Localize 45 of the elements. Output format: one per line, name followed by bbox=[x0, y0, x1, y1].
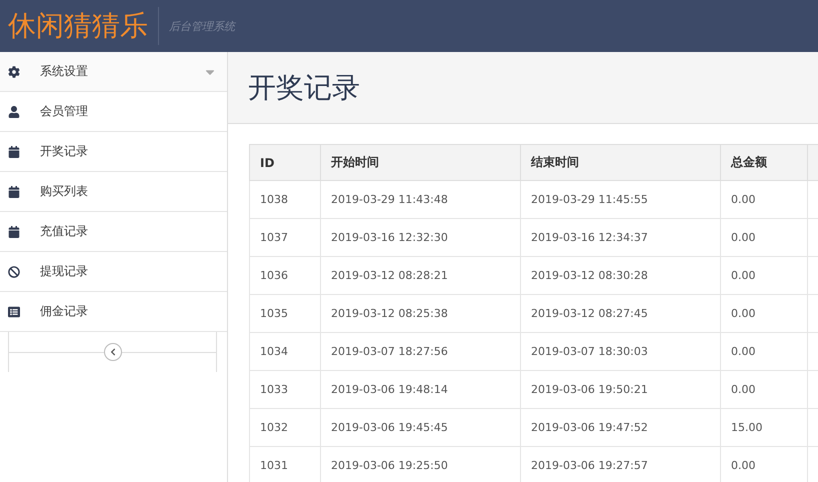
chevron-left-icon bbox=[108, 348, 116, 356]
table-cell: 2019-03-07 18:30:03 bbox=[520, 332, 720, 370]
ban-icon bbox=[8, 266, 20, 278]
table-cell: 2019-03-29 11:45:55 bbox=[520, 180, 720, 218]
table-cell: 2019-03-12 08:28:21 bbox=[320, 256, 520, 294]
column-header: 结束时间 bbox=[520, 144, 720, 180]
table-cell: 2019-03-06 19:47:52 bbox=[520, 408, 720, 446]
table-cell: 2019-03-16 12:34:37 bbox=[520, 218, 720, 256]
table-cell: 1032 bbox=[250, 408, 320, 446]
table-cell: 1036 bbox=[250, 256, 320, 294]
collapse-button[interactable] bbox=[104, 343, 122, 361]
table-cell: 0.00 bbox=[720, 218, 808, 256]
table-cell: 1035 bbox=[250, 294, 320, 332]
table-cell: 1031 bbox=[250, 446, 320, 482]
calendar-icon bbox=[8, 146, 20, 158]
table-cell: 2019-03-12 08:30:28 bbox=[520, 256, 720, 294]
column-header: ID bbox=[250, 144, 320, 180]
table-cell: 2019-03-16 12:32:30 bbox=[320, 218, 520, 256]
table-cell: 2019-03-29 11:43:48 bbox=[320, 180, 520, 218]
calendar-icon bbox=[8, 226, 20, 238]
table-cell: 2019-03-07 18:27:56 bbox=[320, 332, 520, 370]
page-title: 开奖记录 bbox=[248, 70, 360, 106]
app-logo: 休闲猜猜乐 bbox=[8, 8, 148, 44]
table-cell: 2019-03-06 19:48:14 bbox=[320, 370, 520, 408]
app-subtitle: 后台管理系统 bbox=[169, 18, 235, 34]
user-icon bbox=[8, 106, 20, 118]
column-header: 开始时间 bbox=[320, 144, 520, 180]
table-cell: 2019-03-06 19:50:21 bbox=[520, 370, 720, 408]
table-cell: 1038 bbox=[250, 180, 320, 218]
table-cell: 1037 bbox=[250, 218, 320, 256]
table-cell: 1033 bbox=[250, 370, 320, 408]
table-cell: 2019-03-12 08:27:45 bbox=[520, 294, 720, 332]
table-cell: 0.00 bbox=[720, 370, 808, 408]
table-cell: 2019-03-06 19:45:45 bbox=[320, 408, 520, 446]
table-cell: 1034 bbox=[250, 332, 320, 370]
table-cell: 0.00 bbox=[720, 332, 808, 370]
table-cell: 15.00 bbox=[720, 408, 808, 446]
gear-icon bbox=[8, 66, 20, 78]
column-header: 总金额 bbox=[720, 144, 808, 180]
table-cell: 0.00 bbox=[720, 180, 808, 218]
list-icon bbox=[8, 306, 20, 318]
table-cell: 2019-03-12 08:25:38 bbox=[320, 294, 520, 332]
table-cell: 0.00 bbox=[720, 256, 808, 294]
table-cell: 0.00 bbox=[720, 294, 808, 332]
calendar-icon bbox=[8, 186, 20, 198]
